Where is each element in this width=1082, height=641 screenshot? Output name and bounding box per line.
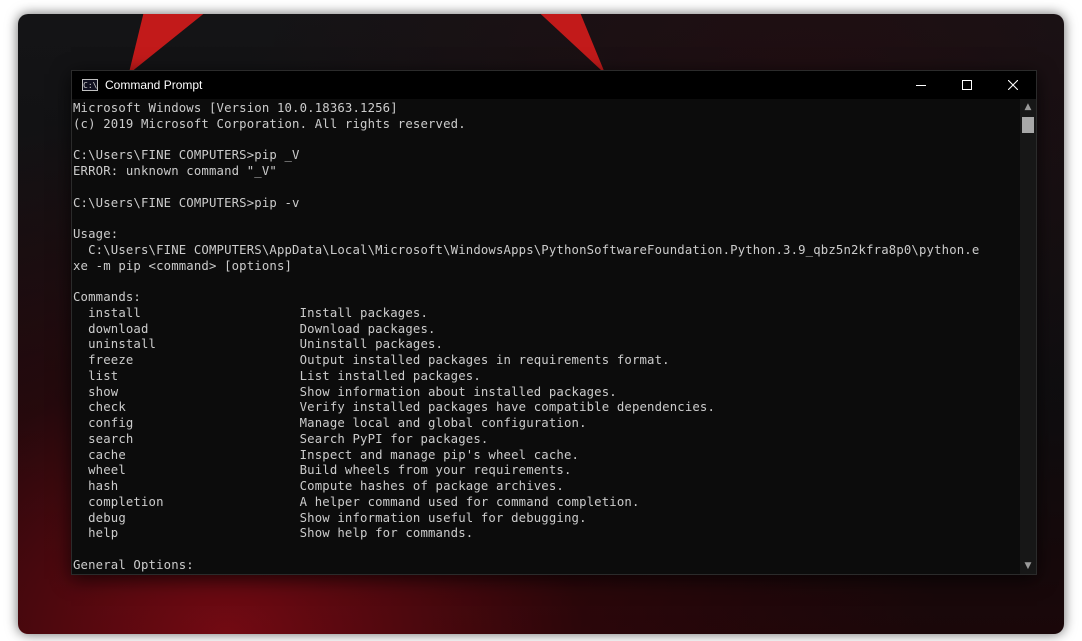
maximize-icon	[962, 80, 972, 90]
console-line: download Download packages.	[73, 321, 436, 336]
wallpaper-red-shape-right	[540, 14, 616, 74]
wallpaper-red-shape-left	[108, 14, 204, 74]
title-bar[interactable]: C:\ Command Prompt	[72, 71, 1036, 99]
minimize-button[interactable]	[898, 71, 944, 99]
close-button[interactable]	[990, 71, 1036, 99]
console-line: list List installed packages.	[73, 368, 481, 383]
console-line: C:\Users\FINE COMPUTERS\AppData\Local\Mi…	[73, 242, 980, 257]
console-line: General Options:	[73, 557, 194, 572]
maximize-button[interactable]	[944, 71, 990, 99]
scrollbar-thumb[interactable]	[1022, 117, 1034, 133]
window-controls	[898, 71, 1036, 99]
console-line: install Install packages.	[73, 305, 429, 320]
console-line: ERROR: unknown command "_V"	[73, 164, 277, 178]
console-line: Microsoft Windows [Version 10.0.18363.12…	[73, 101, 398, 115]
cmd-icon[interactable]: C:\	[82, 79, 98, 91]
console-text[interactable]: Microsoft Windows [Version 10.0.18363.12…	[73, 101, 1020, 574]
scroll-up-icon[interactable]: ▲	[1020, 99, 1036, 115]
console-line: (c) 2019 Microsoft Corporation. All righ…	[73, 116, 466, 131]
console-line: show Show information about installed pa…	[73, 384, 617, 399]
console-line: cache Inspect and manage pip's wheel cac…	[73, 447, 580, 462]
vertical-scrollbar[interactable]: ▲ ▼	[1020, 99, 1036, 574]
window-title: Command Prompt	[105, 78, 203, 92]
console-line: hash Compute hashes of package archives.	[73, 479, 564, 493]
minimize-icon	[916, 85, 926, 86]
console-line: wheel Build wheels from your requirement…	[73, 463, 572, 478]
console-line: C:\Users\FINE COMPUTERS>pip _V	[73, 148, 300, 163]
command-prompt-window: C:\ Command Prompt Microsoft Windows [Ve…	[71, 70, 1037, 575]
scroll-down-icon[interactable]: ▼	[1020, 558, 1036, 574]
console-line: check Verify installed packages have com…	[73, 400, 716, 415]
console-line: completion A helper command used for com…	[73, 494, 640, 509]
console-line: xe -m pip <command> [options]	[73, 258, 293, 273]
console-line: Usage:	[73, 227, 119, 241]
console-line: Commands:	[73, 290, 141, 304]
close-icon	[1008, 80, 1018, 90]
console-output[interactable]: Microsoft Windows [Version 10.0.18363.12…	[72, 99, 1020, 574]
console-line: uninstall Uninstall packages.	[73, 337, 444, 352]
console-line: freeze Output installed packages in requ…	[73, 353, 670, 367]
console-line: debug Show information useful for debugg…	[73, 510, 587, 525]
console-line: search Search PyPI for packages.	[73, 431, 489, 446]
console-line: C:\Users\FINE COMPUTERS>pip -v	[73, 195, 300, 210]
console-line: config Manage local and global configura…	[73, 416, 587, 430]
console-line: help Show help for commands.	[73, 526, 474, 541]
